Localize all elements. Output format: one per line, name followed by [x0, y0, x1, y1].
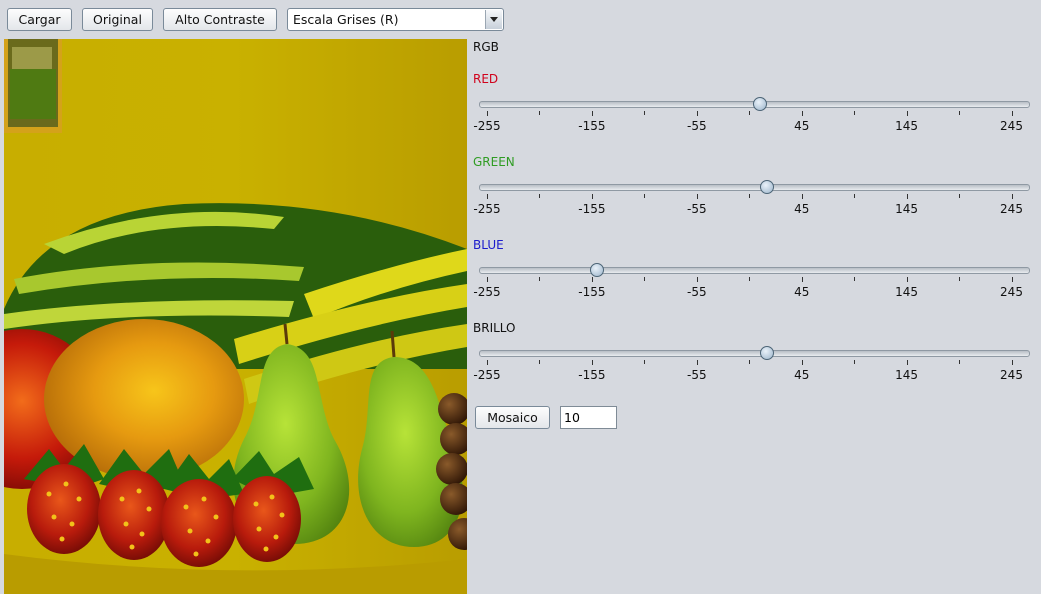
slider-tick: [696, 111, 698, 116]
slider-minor-tick: [749, 277, 751, 281]
slider-tick-label: 45: [794, 119, 810, 133]
slider-tick: [801, 360, 803, 365]
slider-tick: [696, 277, 698, 282]
slider-tick: [801, 277, 803, 282]
slider-tick-label: -255: [473, 202, 501, 216]
slider-tick-label: 245: [1000, 202, 1023, 216]
slider-minor-tick: [644, 111, 646, 115]
slider-track[interactable]: [479, 184, 1030, 191]
slider-tick: [591, 111, 593, 116]
slider-minor-tick: [959, 111, 961, 115]
slider-minor-tick: [854, 360, 856, 364]
slider-tick: [1011, 360, 1013, 365]
slider-tick: [487, 111, 488, 116]
blue-slider[interactable]: -255 -155 -55 45 145 245: [473, 263, 1030, 307]
slider-tick: [906, 277, 908, 282]
slider-tick: [487, 194, 488, 199]
slider-tick-label: -155: [578, 119, 606, 133]
slider-track[interactable]: [479, 267, 1030, 274]
original-button[interactable]: Original: [82, 8, 153, 31]
slider-tick: [1011, 194, 1013, 199]
slider-minor-tick: [749, 194, 751, 198]
slider-tick-label: -155: [578, 285, 606, 299]
slider-minor-tick: [959, 277, 961, 281]
slider-tick-label: 145: [895, 119, 919, 133]
fruit-image: [4, 39, 467, 594]
slider-minor-tick: [644, 277, 646, 281]
slider-minor-tick: [539, 111, 541, 115]
slider-tick-label: -255: [473, 119, 501, 133]
slider-tick-label: -55: [686, 368, 707, 382]
slider-thumb[interactable]: [590, 263, 605, 277]
slider-minor-tick: [539, 194, 541, 198]
slider-tick-label: -55: [686, 119, 707, 133]
slider-tick: [906, 194, 908, 199]
image-canvas: [4, 39, 467, 594]
slider-thumb[interactable]: [760, 346, 775, 360]
slider-tick: [591, 360, 593, 365]
slider-tick: [801, 111, 803, 116]
slider-tick: [591, 277, 593, 282]
slider-tick-label: 45: [794, 202, 810, 216]
slider-tick: [696, 360, 698, 365]
slider-minor-tick: [644, 194, 646, 198]
slider-tick: [591, 194, 593, 199]
mosaic-size-input[interactable]: [560, 406, 617, 429]
slider-minor-tick: [959, 194, 961, 198]
red-slider[interactable]: -255 -155 -55 45 145 245: [473, 97, 1030, 141]
slider-tick: [696, 194, 698, 199]
slider-minor-tick: [539, 277, 541, 281]
slider-tick-label: 245: [1000, 285, 1023, 299]
green-label: GREEN: [473, 155, 515, 169]
slider-tick: [1011, 277, 1013, 282]
slider-minor-tick: [749, 360, 751, 364]
slider-minor-tick: [749, 111, 751, 115]
slider-tick-label: 145: [895, 368, 919, 382]
slider-tick: [1011, 111, 1013, 116]
slider-tick: [487, 360, 488, 365]
slider-tick-label: -255: [473, 368, 501, 382]
slider-tick-label: 145: [895, 285, 919, 299]
slider-tick-label: -55: [686, 202, 707, 216]
blue-label: BLUE: [473, 238, 504, 252]
filter-select-value: Escala Grises (R): [293, 12, 399, 27]
slider-thumb[interactable]: [752, 97, 767, 111]
slider-minor-tick: [959, 360, 961, 364]
slider-tick: [906, 111, 908, 116]
slider-tick-label: -155: [578, 368, 606, 382]
rgb-label: RGB: [473, 40, 499, 54]
slider-minor-tick: [644, 360, 646, 364]
slider-tick: [906, 360, 908, 365]
slider-tick-label: 145: [895, 202, 919, 216]
slider-tick-label: -255: [473, 285, 501, 299]
slider-minor-tick: [539, 360, 541, 364]
green-slider[interactable]: -255 -155 -55 45 145 245: [473, 180, 1030, 224]
slider-tick-label: 245: [1000, 119, 1023, 133]
slider-minor-tick: [854, 194, 856, 198]
slider-track[interactable]: [479, 350, 1030, 357]
brightness-label: BRILLO: [473, 321, 516, 335]
slider-tick: [801, 194, 803, 199]
filter-select[interactable]: Escala Grises (R): [287, 8, 504, 31]
red-label: RED: [473, 72, 499, 86]
slider-tick-label: 45: [794, 285, 810, 299]
chevron-down-icon[interactable]: [485, 10, 502, 29]
slider-tick-label: 245: [1000, 368, 1023, 382]
brightness-slider[interactable]: -255 -155 -55 45 145 245: [473, 346, 1030, 390]
slider-tick-label: -55: [686, 285, 707, 299]
slider-tick-label: 45: [794, 368, 810, 382]
high-contrast-button[interactable]: Alto Contraste: [163, 8, 277, 31]
load-button[interactable]: Cargar: [7, 8, 72, 31]
mosaic-button[interactable]: Mosaico: [475, 406, 550, 429]
slider-tick: [487, 277, 488, 282]
slider-tick-label: -155: [578, 202, 606, 216]
slider-minor-tick: [854, 277, 856, 281]
slider-minor-tick: [854, 111, 856, 115]
slider-thumb[interactable]: [760, 180, 775, 194]
